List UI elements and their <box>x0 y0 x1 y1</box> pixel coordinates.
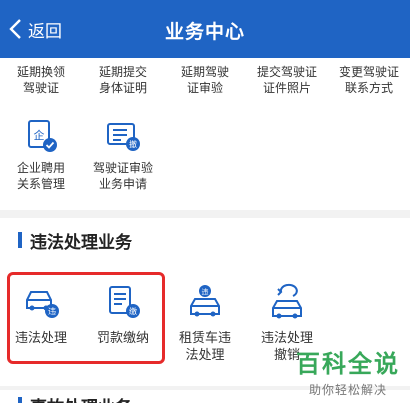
service-label-line2: 驾驶证 <box>22 81 59 95</box>
page-title: 业务中心 <box>164 21 245 43</box>
service-item-enterprise-hire[interactable]: 企 企业聘用 关系管理 <box>0 118 82 192</box>
service-label: 驾驶证审验 <box>92 161 153 175</box>
license-review-icon: 撤 <box>107 123 140 151</box>
service-item-review-apply[interactable]: 撤 驾驶证审验 业务申请 <box>82 118 164 192</box>
service-label: 企业聘用 <box>16 161 65 175</box>
next-section-header: 事故处理业务 <box>18 394 132 403</box>
enterprise-document-icon: 企 <box>28 120 57 152</box>
service-label-line2: 关系管理 <box>16 177 65 191</box>
next-section-title: 事故处理业务 <box>30 393 132 403</box>
watermark-main: 百科全说 <box>296 350 400 378</box>
service-item-renew-license[interactable]: 延期换领 驾驶证 <box>0 64 82 96</box>
rental-car-icon: 违 <box>190 285 220 317</box>
section-divider <box>0 210 410 218</box>
biz-label-line2: 法处理 <box>185 348 225 363</box>
service-label-line2: 证件照片 <box>262 81 311 95</box>
service-label: 提交驾驶证 <box>256 65 317 79</box>
service-label: 延期驾驶 <box>180 65 229 79</box>
section-accent-bar <box>18 397 22 403</box>
service-label-line2: 身体证明 <box>98 81 147 95</box>
section-header: 违法处理业务 <box>18 229 132 253</box>
watermark-sub: 助你轻松解决 <box>308 383 387 397</box>
service-label: 延期提交 <box>98 65 147 79</box>
service-item-delay-health-proof[interactable]: 延期提交 身体证明 <box>82 64 164 96</box>
biz-item-rental-car-violation[interactable]: 违 租赁车违 法处理 <box>164 282 246 364</box>
section-accent-bar <box>18 232 22 248</box>
service-item-change-contact[interactable]: 变更驾驶证 联系方式 <box>328 64 410 96</box>
service-label: 变更驾驶证 <box>338 65 399 79</box>
svg-text:企: 企 <box>34 128 45 142</box>
highlight-box <box>7 272 165 364</box>
service-label-line2: 业务申请 <box>98 177 147 191</box>
svg-text:撤: 撤 <box>129 139 137 149</box>
section-title: 违法处理业务 <box>30 232 132 253</box>
service-item-delay-review[interactable]: 延期驾驶 证审验 <box>164 64 246 96</box>
service-label-line2: 证审验 <box>186 81 223 95</box>
watermark: 百科全说 助你轻松解决 <box>296 344 400 398</box>
svg-text:违: 违 <box>202 288 209 296</box>
service-label: 延期换领 <box>16 65 65 79</box>
biz-label: 租赁车违 <box>178 331 231 346</box>
car-undo-icon <box>272 283 302 319</box>
service-item-submit-photo[interactable]: 提交驾驶证 证件照片 <box>246 64 328 96</box>
service-grid: 延期换领 驾驶证 延期提交 身体证明 延期驾驶 证审验 提交驾驶证 证件照片 变… <box>0 58 410 210</box>
top-bar: 返回 业务中心 <box>0 0 410 58</box>
service-label-line2: 联系方式 <box>344 81 393 95</box>
